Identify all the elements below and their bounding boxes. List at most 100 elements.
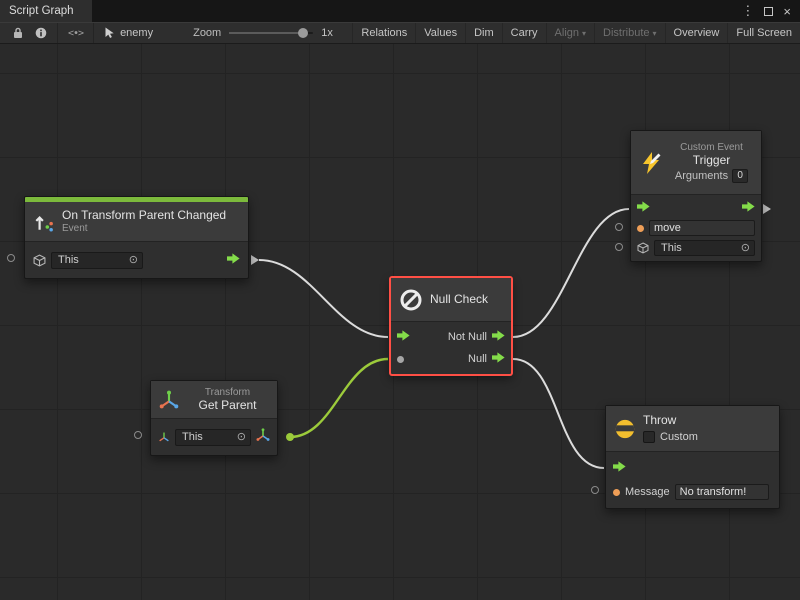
transform-input-port[interactable] — [158, 431, 170, 443]
tab-bar: Script Graph ⋮ × — [0, 0, 800, 22]
throw-exception-icon — [614, 418, 636, 440]
transform-output-port[interactable] — [256, 428, 270, 447]
this-object-field[interactable]: This ⊙ — [175, 429, 251, 446]
custom-checkbox[interactable] — [643, 431, 655, 443]
graph-name-label: enemy — [120, 27, 153, 39]
wire-getparent-to-nullcheck[interactable] — [290, 359, 388, 437]
value-input-stub[interactable] — [7, 254, 15, 262]
event-name-value: move — [654, 222, 681, 234]
window-controls: ⋮ × — [732, 0, 800, 22]
close-icon[interactable]: × — [783, 4, 791, 19]
this-object-field[interactable]: This ⊙ — [654, 240, 755, 256]
tab-bar-spacer — [92, 0, 733, 22]
this-object-field[interactable]: This ⊙ — [51, 252, 143, 269]
flow-input-port[interactable] — [637, 199, 650, 217]
zoom-slider-handle[interactable] — [298, 28, 308, 38]
node-on-transform-parent-changed[interactable]: On Transform Parent Changed Event This ⊙ — [24, 196, 249, 279]
custom-event-icon — [639, 151, 663, 175]
flow-output-port-null[interactable] — [492, 350, 505, 368]
flow-output-port[interactable] — [742, 199, 755, 217]
string-input-port[interactable] — [613, 489, 620, 496]
info-icon[interactable] — [29, 23, 53, 43]
arguments-label: Arguments — [675, 170, 728, 182]
toolbar-button-carry[interactable]: Carry — [502, 23, 546, 43]
toolbar-buttons: Relations Values Dim Carry Align ▾ Distr… — [352, 23, 800, 43]
code-icon[interactable]: <∙> — [62, 23, 89, 43]
node-title: On Transform Parent Changed — [62, 209, 226, 223]
graph-name: enemy — [98, 27, 159, 39]
node-category: Transform — [205, 387, 250, 398]
node-trigger-custom-event[interactable]: Custom Event Trigger Arguments 0 — [630, 130, 762, 262]
null-check-icon — [399, 288, 423, 312]
custom-checkbox-label: Custom — [660, 431, 698, 443]
tab-title: Script Graph — [9, 5, 74, 17]
node-title: Get Parent — [198, 399, 256, 413]
flow-output-port[interactable] — [227, 251, 240, 269]
this-object-value: This — [659, 242, 738, 254]
zoom-value: 1x — [321, 27, 333, 39]
zoom-label: Zoom — [193, 27, 221, 39]
string-input-port[interactable] — [637, 225, 644, 232]
toolbar-button-values[interactable]: Values — [415, 23, 465, 43]
wire-notnull-to-trigger[interactable] — [513, 209, 629, 337]
graph-toolbar: <∙> enemy Zoom 1x Relations Values Dim C… — [0, 22, 800, 44]
zoom-slider[interactable] — [229, 32, 313, 34]
message-label: Message — [625, 486, 670, 498]
graph-asset-icon — [104, 27, 115, 39]
object-picker-icon[interactable]: ⊙ — [129, 255, 138, 266]
node-throw[interactable]: Throw Custom Message No transform! — [605, 405, 780, 509]
flow-output-port-not-null[interactable] — [492, 328, 505, 346]
toolbar-button-align[interactable]: Align ▾ — [546, 23, 594, 43]
node-title: Null Check — [430, 293, 488, 307]
maximize-icon[interactable] — [764, 7, 773, 16]
message-value: No transform! — [680, 486, 747, 498]
lock-icon[interactable] — [7, 23, 29, 43]
chevron-down-icon: ▾ — [582, 29, 586, 38]
value-input-stub[interactable] — [615, 243, 623, 251]
value-input-stub[interactable] — [615, 223, 623, 231]
toolbar-button-distribute-label: Distribute — [603, 27, 649, 39]
toolbar-button-relations[interactable]: Relations — [352, 23, 415, 43]
node-null-check[interactable]: Null Check Not Null Null — [390, 277, 512, 375]
value-input-stub[interactable] — [134, 431, 142, 439]
toolbar-button-align-label: Align — [555, 27, 579, 39]
flow-input-port[interactable] — [613, 459, 626, 477]
value-input-port[interactable] — [397, 356, 404, 363]
toolbar-button-distribute[interactable]: Distribute ▾ — [594, 23, 664, 43]
wire-event-to-nullcheck[interactable] — [259, 260, 388, 337]
toolbar-button-fullscreen[interactable]: Full Screen — [727, 23, 800, 43]
transform-icon — [159, 390, 179, 410]
node-subtitle: Event — [62, 223, 226, 234]
node-get-parent[interactable]: Transform Get Parent This ⊙ — [150, 380, 278, 456]
arguments-count-field[interactable]: 0 — [732, 169, 748, 183]
more-menu-icon[interactable]: ⋮ — [741, 3, 754, 19]
object-picker-icon[interactable]: ⊙ — [237, 432, 246, 443]
flow-output-stub[interactable] — [763, 204, 771, 214]
zoom-slider-fill — [229, 32, 303, 34]
gameobject-cube-icon[interactable] — [637, 242, 649, 254]
transform-event-icon — [33, 211, 55, 233]
chevron-down-icon: ▾ — [653, 29, 657, 38]
port-label-not-null: Not Null — [448, 331, 487, 343]
toolbar-button-dim[interactable]: Dim — [465, 23, 502, 43]
tab-script-graph[interactable]: Script Graph — [0, 0, 92, 22]
graph-canvas[interactable]: On Transform Parent Changed Event This ⊙ — [0, 44, 800, 600]
event-name-field[interactable]: move — [649, 220, 755, 236]
value-input-stub[interactable] — [591, 486, 599, 494]
message-field[interactable]: No transform! — [675, 484, 769, 500]
toolbar-separator — [57, 23, 58, 43]
this-object-value: This — [56, 254, 126, 266]
node-title: Throw — [643, 414, 698, 428]
object-picker-icon[interactable]: ⊙ — [741, 243, 750, 254]
toolbar-button-overview[interactable]: Overview — [665, 23, 728, 43]
value-wire-endpoint[interactable] — [286, 433, 294, 441]
port-label-null: Null — [468, 353, 487, 365]
toolbar-separator — [93, 23, 94, 43]
wire-null-to-throw[interactable] — [513, 359, 604, 468]
node-category: Custom Event — [680, 142, 743, 153]
flow-connection-arrow[interactable] — [251, 255, 259, 265]
node-title: Trigger — [693, 154, 731, 168]
gameobject-cube-icon[interactable] — [33, 254, 46, 267]
this-object-value: This — [180, 431, 234, 443]
flow-input-port[interactable] — [397, 328, 410, 346]
